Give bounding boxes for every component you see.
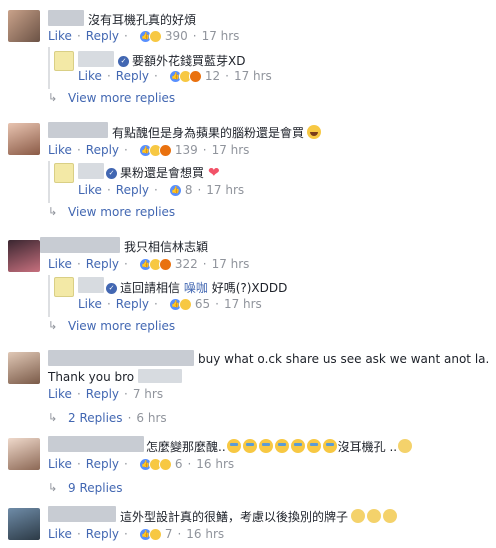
thinking-emoji-icon [383, 509, 398, 523]
haha-reaction-icon [148, 527, 162, 541]
avatar[interactable] [8, 508, 40, 540]
reply-link[interactable]: Reply [86, 527, 119, 541]
separator: · [76, 527, 81, 541]
separator: · [124, 527, 128, 541]
separator: · [177, 527, 182, 541]
reaction-count: 7 [164, 527, 173, 541]
reactions[interactable]: 👍 [138, 527, 162, 541]
comment-thread-6: 這外型設計真的很鱔，考慮以後換別的牌子 Like · Reply · 👍 7 ·… [0, 0, 496, 548]
thinking-emoji-icon [367, 509, 382, 523]
comment-body: 這外型設計真的很鱔，考慮以後換別的牌子 [120, 510, 349, 524]
comment-actions: Like · Reply · 👍 7 · 16 hrs [48, 527, 224, 541]
comment-text: 這外型設計真的很鱔，考慮以後換別的牌子 [120, 508, 398, 525]
timestamp[interactable]: 16 hrs [186, 527, 224, 541]
like-link[interactable]: Like [48, 527, 72, 541]
commenter-name[interactable] [48, 506, 116, 522]
thinking-emoji-icon [351, 509, 366, 523]
